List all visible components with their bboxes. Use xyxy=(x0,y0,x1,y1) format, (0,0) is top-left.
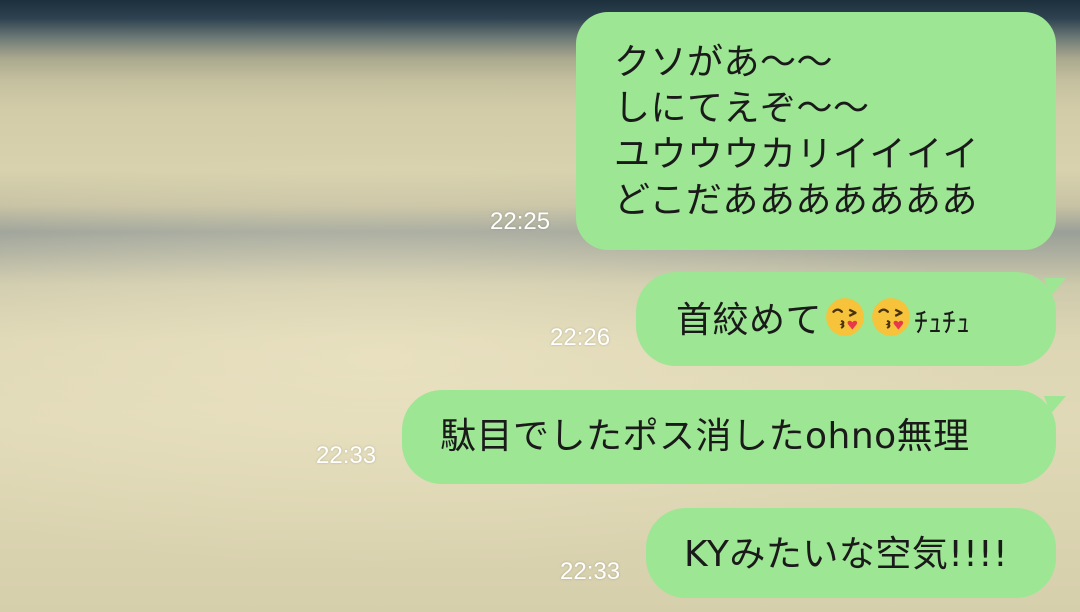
message-text: 駄目でしたポス消したohno無理 xyxy=(440,416,970,457)
message-bubble[interactable]: 駄目でしたポス消したohno無理 xyxy=(402,390,1056,484)
message: KYみたいな空気!!!! 22:33 xyxy=(560,508,1056,598)
message: クソがあ〜〜 しにてえぞ〜〜 ユウウウカリイイイイ どこだあああああああ 22:… xyxy=(490,12,1056,250)
message-text: KYみたいな空気!!!! xyxy=(684,534,1009,575)
message: 駄目でしたポス消したohno無理 22:33 xyxy=(316,390,1056,484)
chat-thread: クソがあ〜〜 しにてえぞ〜〜 ユウウウカリイイイイ どこだあああああああ 22:… xyxy=(0,0,1080,612)
message-line: クソがあ〜〜 xyxy=(614,42,834,83)
face-throwing-kiss-icon xyxy=(872,298,910,336)
message-text-suffix: ﾁｭﾁｭ xyxy=(914,306,971,339)
message-line: しにてえぞ〜〜 xyxy=(614,88,870,129)
message-timestamp: 22:26 xyxy=(550,324,611,351)
message-timestamp: 22:33 xyxy=(316,442,377,469)
message-bubble[interactable]: クソがあ〜〜 しにてえぞ〜〜 ユウウウカリイイイイ どこだあああああああ xyxy=(576,12,1056,250)
message-timestamp: 22:33 xyxy=(560,558,621,585)
face-throwing-kiss-icon xyxy=(826,298,864,336)
message-bubble[interactable]: 首絞めて ﾁｭﾁｭ xyxy=(636,272,1056,366)
message-line: どこだあああああああ xyxy=(614,180,978,221)
message-bubble[interactable]: KYみたいな空気!!!! xyxy=(646,508,1056,598)
message-line: ユウウウカリイイイイ xyxy=(614,134,980,175)
message-timestamp: 22:25 xyxy=(490,208,551,235)
message: 首絞めて ﾁｭﾁｭ 22:26 xyxy=(550,272,1056,366)
message-text: 首絞めて ﾁｭﾁｭ xyxy=(676,296,1056,346)
message-text-main: 首絞めて xyxy=(676,300,823,341)
